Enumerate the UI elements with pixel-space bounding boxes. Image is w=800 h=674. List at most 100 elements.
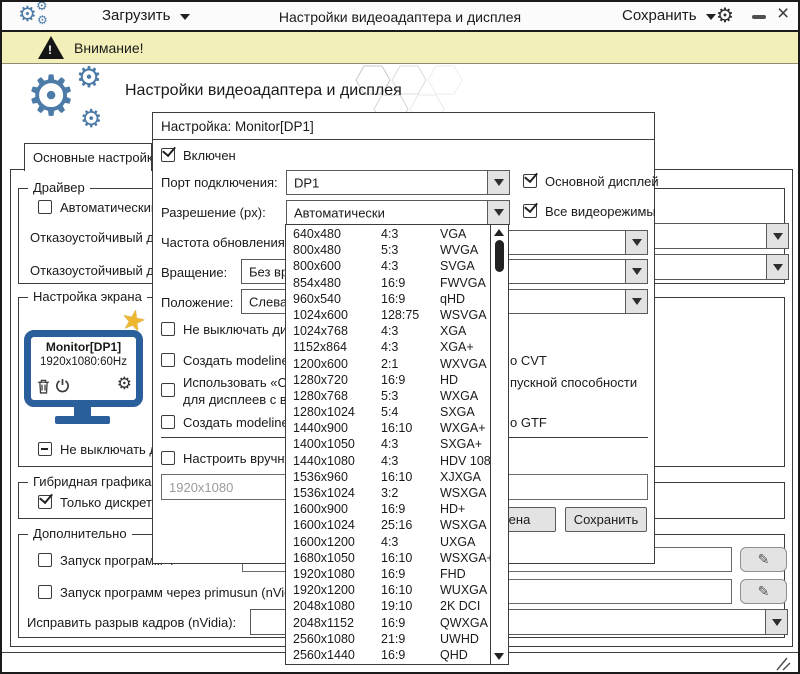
resolution-item-size: 2048x1080 bbox=[293, 598, 381, 614]
dropdown-arrow[interactable] bbox=[765, 610, 787, 634]
monitor-widget[interactable]: Monitor[DP1] 1920x1080:60Hz ⚙ bbox=[24, 330, 143, 407]
run-wrapper-checkbox[interactable] bbox=[38, 553, 52, 567]
resolution-item-name: HD+ bbox=[440, 501, 490, 517]
resolution-item-name: SXGA+ bbox=[440, 436, 490, 452]
resolution-item-name: UXGA bbox=[440, 534, 490, 550]
resolution-item-name: WXGA+ bbox=[440, 420, 490, 436]
resolution-item-name: WUXGA bbox=[440, 582, 490, 598]
power-icon[interactable] bbox=[55, 378, 70, 393]
warning-banner: ! Внимание! bbox=[2, 32, 798, 64]
resolution-item[interactable]: 1920x120016:10WUXGA bbox=[286, 582, 490, 598]
edit-button[interactable]: ✎ bbox=[740, 579, 787, 604]
scroll-down-arrow[interactable] bbox=[494, 653, 504, 660]
resolution-item[interactable]: 800x4805:3WVGA bbox=[286, 242, 490, 258]
auto-driver-checkbox[interactable] bbox=[38, 200, 52, 214]
resolution-item-ratio: 16:10 bbox=[381, 550, 440, 566]
port-select[interactable]: DP1 bbox=[286, 170, 510, 195]
dropdown-arrow[interactable] bbox=[625, 231, 647, 254]
resolution-item-size: 1536x960 bbox=[293, 469, 381, 485]
resolution-item-ratio: 5:3 bbox=[381, 388, 440, 404]
resolution-item-name: QHD bbox=[440, 647, 490, 663]
resolution-item[interactable]: 1600x12004:3UXGA bbox=[286, 534, 490, 550]
close-button[interactable]: × bbox=[777, 2, 789, 26]
dropdown-arrow[interactable] bbox=[625, 290, 647, 313]
dropdown-arrow[interactable] bbox=[625, 260, 647, 283]
scroll-thumb[interactable] bbox=[495, 240, 504, 272]
resolution-item-size: 1400x1050 bbox=[293, 436, 381, 452]
cvt-reduced-checkbox[interactable] bbox=[161, 383, 175, 397]
chevron-down-icon bbox=[706, 14, 716, 20]
resolution-item-ratio: 16:9 bbox=[381, 501, 440, 517]
resolution-item[interactable]: 1920x108016:9FHD bbox=[286, 566, 490, 582]
resolution-item[interactable]: 1200x6002:1WXVGA bbox=[286, 356, 490, 372]
resolution-item-size: 800x600 bbox=[293, 258, 381, 274]
resolution-item[interactable]: 1536x10243:2WSXGA bbox=[286, 485, 490, 501]
monitor-gear-icon[interactable]: ⚙ bbox=[117, 375, 132, 392]
group-extra-title: Дополнительно bbox=[28, 526, 132, 541]
tab-main-settings[interactable]: Основные настройки bbox=[24, 143, 152, 171]
resolution-item-ratio: 3:2 bbox=[381, 485, 440, 501]
resolution-item[interactable]: 854x48016:9FWVGA bbox=[286, 275, 490, 291]
resize-grip[interactable] bbox=[774, 656, 792, 671]
resolution-item[interactable]: 2560x144016:9QHD bbox=[286, 647, 490, 663]
resolution-item-size: 800x480 bbox=[293, 242, 381, 258]
modeline-cvt-checkbox[interactable] bbox=[161, 353, 175, 367]
resolution-item[interactable]: 2048x108019:102K DCI bbox=[286, 598, 490, 614]
resolution-item[interactable]: 2560x108021:9UWHD bbox=[286, 631, 490, 647]
resolution-item[interactable]: 2048x115216:9QWXGA bbox=[286, 615, 490, 631]
minimize-button[interactable] bbox=[752, 15, 766, 19]
resolution-item[interactable]: 1024x7684:3XGA bbox=[286, 323, 490, 339]
trash-icon[interactable] bbox=[37, 379, 50, 394]
resolution-item[interactable]: 1400x10504:3SXGA+ bbox=[286, 436, 490, 452]
gear-icon[interactable]: ⚙ bbox=[716, 3, 734, 28]
scroll-up-arrow[interactable] bbox=[494, 229, 504, 236]
dropdown-arrow[interactable] bbox=[487, 171, 509, 194]
port-label: Порт подключения: bbox=[161, 175, 278, 190]
save-menu-label: Сохранить bbox=[622, 7, 697, 24]
resolution-item[interactable]: 1280x7685:3WXGA bbox=[286, 388, 490, 404]
resolution-item[interactable]: 960x54016:9qHD bbox=[286, 291, 490, 307]
resolution-item-ratio: 16:9 bbox=[381, 566, 440, 582]
modeline-gtf-checkbox[interactable] bbox=[161, 415, 175, 429]
resolution-item[interactable]: 1280x10245:4SXGA bbox=[286, 404, 490, 420]
run-primus-checkbox[interactable] bbox=[38, 585, 52, 599]
resolution-item[interactable]: 1440x10804:3HDV 1080i bbox=[286, 453, 490, 469]
save-button[interactable]: Сохранить bbox=[565, 507, 647, 532]
resolution-item[interactable]: 640x4804:3VGA bbox=[286, 226, 490, 242]
resolution-item[interactable]: 1024x600128:75WSVGA bbox=[286, 307, 490, 323]
resolution-item[interactable]: 1440x90016:10WXGA+ bbox=[286, 420, 490, 436]
enabled-checkbox[interactable] bbox=[161, 148, 175, 162]
resolution-label: Разрешение (px): bbox=[161, 205, 266, 220]
resolution-item-name: 2K DCI bbox=[440, 598, 490, 614]
resolution-select[interactable]: Автоматически bbox=[286, 200, 510, 225]
resolution-item-name: WSVGA bbox=[440, 307, 490, 323]
resolution-item[interactable]: 1280x72016:9HD bbox=[286, 372, 490, 388]
dropdown-arrow[interactable] bbox=[766, 224, 788, 248]
warning-text: Внимание! bbox=[74, 40, 144, 56]
primary-display-checkbox[interactable] bbox=[523, 174, 537, 188]
all-modes-checkbox[interactable] bbox=[523, 204, 537, 218]
keep-display-checkbox[interactable] bbox=[38, 442, 52, 456]
discrete-only-checkbox[interactable] bbox=[38, 495, 52, 509]
save-menu-button[interactable]: Сохранить bbox=[622, 7, 716, 24]
app-window: ⚙ ⚙ ⚙ Загрузить Настройки видеоадаптера … bbox=[0, 0, 800, 674]
resolution-item-size: 640x480 bbox=[293, 226, 381, 242]
resolution-item[interactable]: 1600x90016:9HD+ bbox=[286, 501, 490, 517]
resolution-item[interactable]: 1680x105016:10WSXGA+ bbox=[286, 550, 490, 566]
fix-tearing-label: Исправить разрыв кадров (nVidia): bbox=[27, 615, 236, 630]
edit-button[interactable]: ✎ bbox=[740, 547, 787, 572]
resolution-item[interactable]: 1152x8644:3XGA+ bbox=[286, 339, 490, 355]
manual-checkbox[interactable] bbox=[161, 451, 175, 465]
resolution-item[interactable]: 800x6004:3SVGA bbox=[286, 258, 490, 274]
scrollbar[interactable] bbox=[490, 225, 508, 664]
resolution-list: 640x4804:3VGA800x4805:3WVGA800x6004:3SVG… bbox=[286, 226, 490, 664]
dialog-keep-display-checkbox[interactable] bbox=[161, 322, 175, 336]
resolution-item-name: WSXGA+ bbox=[440, 550, 490, 566]
dropdown-arrow[interactable] bbox=[766, 255, 788, 279]
dropdown-arrow[interactable] bbox=[487, 201, 509, 224]
resolution-item[interactable]: 1536x96016:10XJXGA bbox=[286, 469, 490, 485]
cvt-reduced-label-line1: Использовать «CV bbox=[183, 375, 296, 390]
resolution-item[interactable]: 1600x102425:16WSXGA bbox=[286, 517, 490, 533]
resolution-item-size: 1536x1024 bbox=[293, 485, 381, 501]
resolution-item-ratio: 4:3 bbox=[381, 323, 440, 339]
